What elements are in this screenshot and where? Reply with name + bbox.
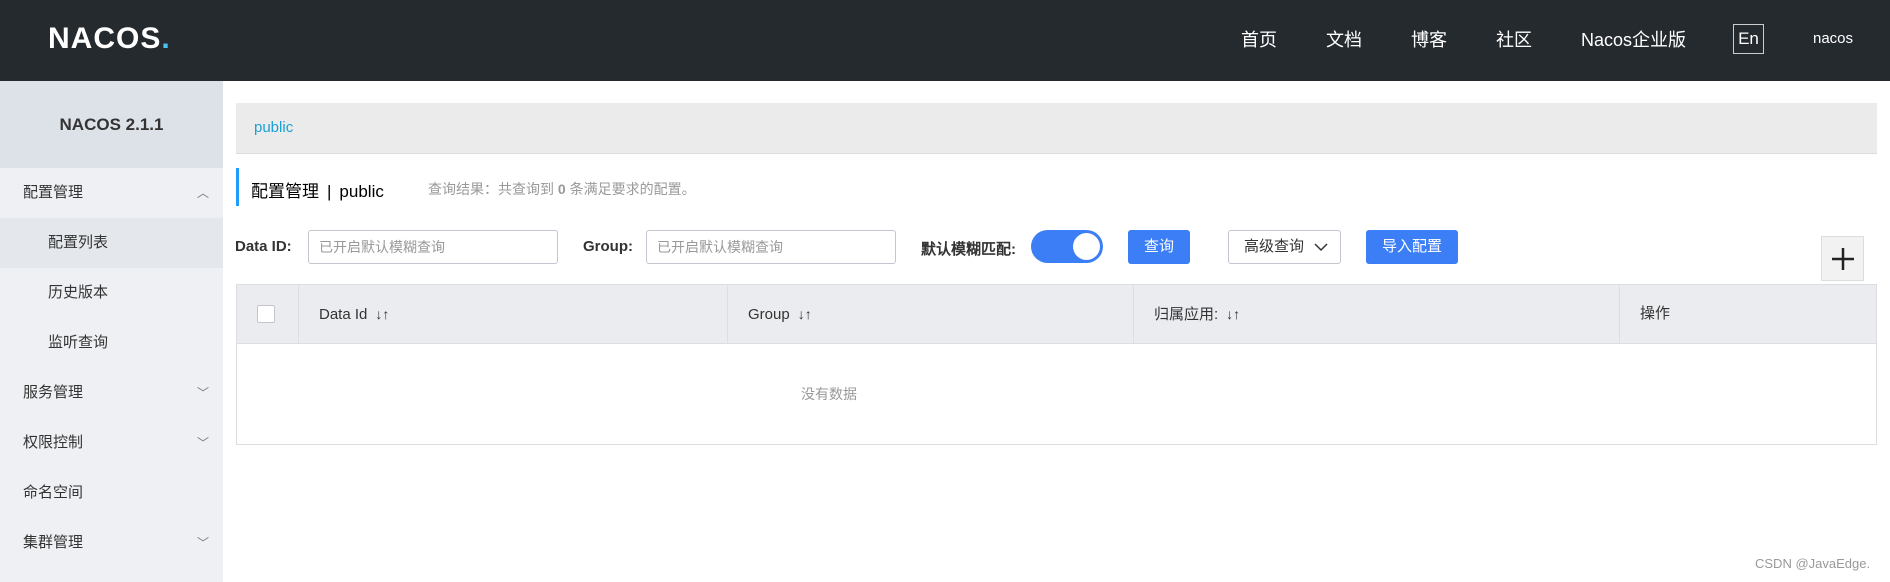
sidebar-item-label: 配置管理: [23, 184, 84, 201]
chevron-down-icon: ﹀: [196, 536, 209, 550]
chevron-up-icon: ︿: [196, 186, 209, 200]
top-nav: 首页 文档 博客 社区 Nacos企业版: [0, 26, 1890, 54]
select-all-cell: [237, 285, 299, 343]
query-button[interactable]: 查询: [1128, 230, 1190, 264]
nav-docs[interactable]: 文档: [1326, 26, 1362, 52]
version-label: NACOS 2.1.1: [0, 81, 223, 168]
query-prefix: 查询结果：共查询到: [428, 181, 554, 197]
sidebar-item-config-list[interactable]: 配置列表: [0, 218, 223, 268]
table-header: Data Id ↓↑ Group ↓↑ 归属应用: ↓↑ 操作: [237, 285, 1876, 344]
sort-icon[interactable]: ↓↑: [375, 306, 389, 322]
column-label: 操作: [1640, 305, 1671, 322]
sidebar-item-access-control[interactable]: 权限控制 ﹀: [0, 418, 223, 468]
column-label: 归属应用:: [1154, 306, 1219, 323]
column-header-group[interactable]: Group ↓↑: [728, 285, 1134, 343]
sidebar: NACOS 2.1.1 配置管理 ︿ 配置列表 历史版本 监听查询 服务管理 ﹀…: [0, 81, 223, 582]
sidebar-item-listener-query[interactable]: 监听查询: [0, 318, 223, 368]
advanced-query-label: 高级查询: [1244, 238, 1305, 255]
sort-icon[interactable]: ↓↑: [1226, 306, 1240, 322]
sidebar-item-history[interactable]: 历史版本: [0, 268, 223, 318]
namespace-link-public[interactable]: public: [254, 119, 293, 136]
sidebar-item-label: 配置列表: [48, 234, 109, 251]
group-label: Group:: [583, 238, 633, 255]
page-title-namespace: public: [339, 182, 384, 201]
chevron-down-icon: ﹀: [196, 436, 209, 450]
empty-state: 没有数据: [801, 386, 857, 402]
user-menu[interactable]: nacos: [1813, 30, 1853, 47]
add-config-button[interactable]: [1821, 236, 1864, 281]
query-suffix: 条满足要求的配置。: [569, 181, 696, 197]
column-label: Group: [748, 306, 790, 323]
sidebar-item-label: 权限控制: [23, 434, 84, 451]
page-title-row: 配置管理 | public 查询结果：共查询到 0 条满足要求的配置。: [236, 168, 1136, 206]
sidebar-item-service-management[interactable]: 服务管理 ﹀: [0, 368, 223, 418]
chevron-down-icon: ﹀: [196, 386, 209, 400]
group-input[interactable]: [646, 230, 896, 264]
config-table: Data Id ↓↑ Group ↓↑ 归属应用: ↓↑ 操作 没有数据: [236, 284, 1877, 445]
sidebar-item-label: 监听查询: [48, 334, 109, 351]
plus-icon: [1832, 248, 1854, 270]
title-separator: |: [327, 182, 332, 201]
main-content: public 配置管理 | public 查询结果：共查询到 0 条满足要求的配置。…: [223, 81, 1890, 582]
toggle-knob: [1073, 233, 1100, 260]
sidebar-item-config-management[interactable]: 配置管理 ︿: [0, 168, 223, 218]
namespace-bar: public: [236, 103, 1877, 154]
sidebar-item-cluster-management[interactable]: 集群管理 ﹀: [0, 518, 223, 568]
nav-community[interactable]: 社区: [1496, 26, 1532, 52]
advanced-query-button[interactable]: 高级查询: [1228, 230, 1341, 264]
query-result-summary: 查询结果：共查询到 0 条满足要求的配置。: [428, 179, 696, 199]
sidebar-item-label: 命名空间: [23, 484, 84, 501]
sidebar-item-label: 集群管理: [23, 534, 84, 551]
column-header-dataid[interactable]: Data Id ↓↑: [299, 285, 728, 343]
column-label: Data Id: [319, 306, 368, 323]
sidebar-item-namespace[interactable]: 命名空间: [0, 468, 223, 518]
dataid-input[interactable]: [308, 230, 558, 264]
column-header-actions: 操作: [1620, 285, 1876, 343]
sort-icon[interactable]: ↓↑: [798, 306, 812, 322]
top-header: NACOS. 首页 文档 博客 社区 Nacos企业版 En nacos: [0, 0, 1890, 81]
sidebar-item-label: 服务管理: [23, 384, 84, 401]
select-all-checkbox[interactable]: [257, 305, 275, 323]
page-title: 配置管理 | public: [251, 177, 384, 202]
nav-enterprise[interactable]: Nacos企业版: [1581, 26, 1686, 52]
nav-home[interactable]: 首页: [1241, 26, 1277, 52]
import-config-button[interactable]: 导入配置: [1366, 230, 1458, 264]
page-title-text: 配置管理: [251, 182, 319, 201]
watermark: CSDN @JavaEdge.: [1755, 556, 1871, 571]
language-toggle-button[interactable]: En: [1733, 24, 1764, 54]
chevron-down-icon: [1314, 243, 1328, 252]
sidebar-item-label: 历史版本: [48, 284, 109, 301]
fuzzy-match-toggle[interactable]: [1031, 230, 1103, 263]
fuzzy-match-label: 默认模糊匹配:: [921, 241, 1016, 258]
nav-blog[interactable]: 博客: [1411, 26, 1447, 52]
query-count: 0: [557, 181, 566, 197]
column-header-app[interactable]: 归属应用: ↓↑: [1134, 285, 1620, 343]
dataid-label: Data ID:: [235, 238, 292, 255]
